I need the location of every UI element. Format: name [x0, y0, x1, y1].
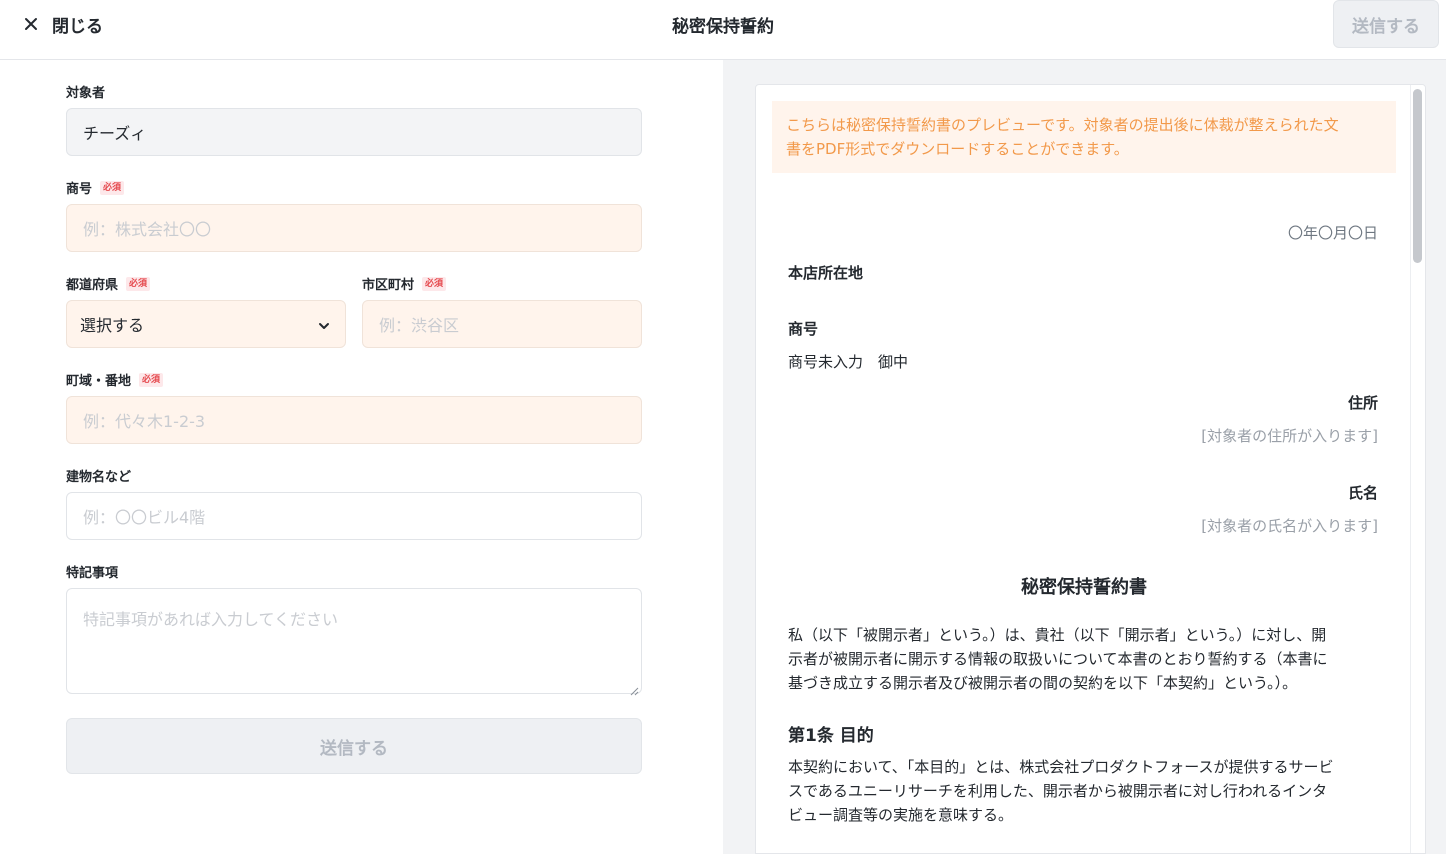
nda-form: 対象者 チーズィ 商号 必須 例：株式会社〇〇 都道府県 必須 選択する 市区町… — [0, 60, 723, 854]
top-bar: 閉じる 秘密保持誓約 送信する — [0, 0, 1446, 60]
resize-handle-icon[interactable] — [629, 681, 639, 696]
name-label: 氏名 — [1347, 484, 1378, 502]
article-1-body: 本契約において、「本目的」とは、株式会社プロダクトフォースが提供するサービ スで… — [788, 758, 1334, 824]
send-button-top[interactable]: 送信する — [1333, 0, 1439, 48]
city-label: 市区町村 必須 — [362, 274, 447, 293]
close-icon — [22, 15, 40, 33]
document-title: 秘密保持誓約書 — [1021, 577, 1147, 598]
article-1-title: 第1条 目的 — [788, 726, 874, 746]
trade-value: 商号未入力 御中 — [788, 353, 909, 371]
hq-label: 本店所在地 — [788, 264, 864, 282]
address-label: 住所 — [1347, 394, 1378, 412]
trade-name-label: 商号 必須 — [66, 178, 125, 197]
document-date: 〇年〇月〇日 — [1287, 224, 1378, 242]
intro-paragraph: 私（以下「被開示者」という。）は、貴社（以下「開示者」という。）に対し、開 示者… — [788, 626, 1328, 692]
trade-label: 商号 — [788, 320, 819, 338]
building-label: 建物名など — [66, 470, 132, 485]
page-title: 秘密保持誓約 — [672, 17, 774, 37]
preview-scrollbar[interactable] — [1410, 85, 1425, 853]
close-label: 閉じる — [52, 16, 103, 37]
scrollbar-thumb[interactable] — [1413, 89, 1422, 263]
street-label: 町域・番地 必須 — [66, 370, 164, 389]
required-badge: 必須 — [100, 180, 125, 195]
target-label: 対象者 — [66, 86, 106, 101]
street-input[interactable]: 例：代々木1-2-3 — [66, 396, 642, 444]
notes-placeholder: 特記事項があれば入力してください — [83, 610, 339, 629]
required-badge: 必須 — [126, 276, 151, 291]
target-field[interactable]: チーズィ — [66, 108, 642, 156]
prefecture-label: 都道府県 必須 — [66, 274, 151, 293]
required-badge: 必須 — [422, 276, 447, 291]
prefecture-select[interactable]: 選択する — [66, 300, 346, 348]
trade-name-input[interactable]: 例：株式会社〇〇 — [66, 204, 642, 252]
address-value: [対象者の住所が入ります] — [1201, 427, 1378, 445]
required-badge: 必須 — [139, 372, 164, 387]
submit-button[interactable]: 送信する — [66, 718, 642, 774]
notes-label: 特記事項 — [66, 566, 119, 581]
preview-notice: こちらは秘密保持誓約書のプレビューです。対象者の提出後に体裁が整えられた文 書を… — [772, 101, 1396, 173]
name-value: [対象者の氏名が入ります] — [1201, 517, 1378, 535]
prefecture-value: 選択する — [80, 316, 145, 335]
notes-textarea[interactable]: 特記事項があれば入力してください — [66, 588, 642, 696]
building-input[interactable]: 例：〇〇ビル4階 — [66, 492, 642, 540]
close-button[interactable]: 閉じる — [22, 10, 103, 38]
city-input[interactable]: 例：渋谷区 — [362, 300, 642, 348]
document-preview: こちらは秘密保持誓約書のプレビューです。対象者の提出後に体裁が整えられた文 書を… — [755, 84, 1426, 854]
chevron-down-icon — [317, 318, 331, 332]
